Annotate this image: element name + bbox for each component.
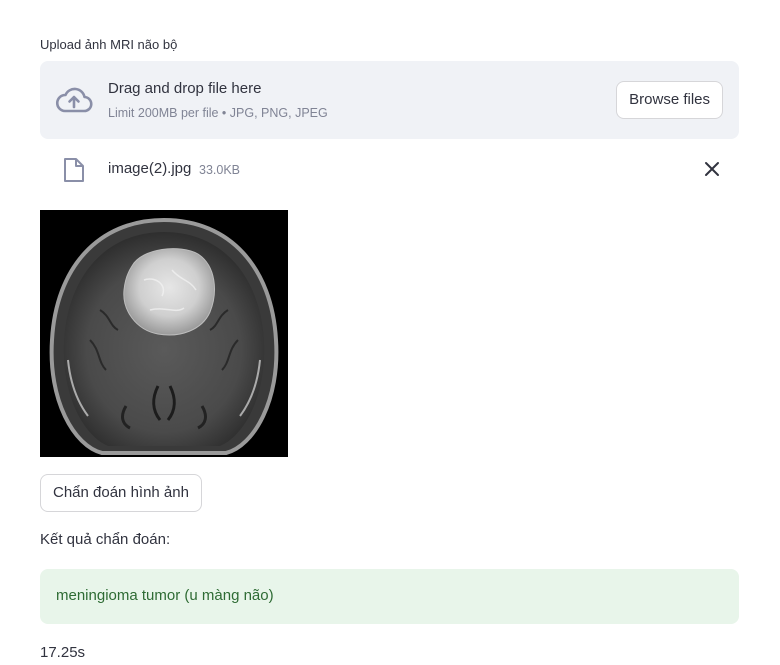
dropzone-title: Drag and drop file here	[108, 80, 262, 97]
uploaded-file-name: image(2).jpg	[108, 160, 192, 177]
dropzone-limit-text: Limit 200MB per file • JPG, PNG, JPEG	[108, 106, 328, 120]
file-icon	[64, 158, 84, 182]
elapsed-time: 17.25s	[40, 644, 86, 661]
result-value: meningioma tumor (u màng não)	[56, 587, 274, 604]
browse-files-button[interactable]: Browse files	[616, 81, 723, 119]
result-success-box: meningioma tumor (u màng não)	[40, 569, 739, 624]
result-heading: Kết quả chẩn đoán:	[40, 531, 171, 548]
file-dropzone[interactable]: Drag and drop file here Limit 200MB per …	[40, 61, 739, 139]
mri-preview-image	[40, 210, 288, 457]
app-page: Upload ảnh MRI não bộ Drag and drop file…	[0, 0, 780, 665]
cloud-upload-icon	[55, 87, 93, 113]
uploader-label: Upload ảnh MRI não bộ	[40, 37, 178, 52]
uploaded-file-row: image(2).jpg 33.0KB	[40, 152, 739, 188]
diagnose-button[interactable]: Chẩn đoán hình ảnh	[40, 474, 202, 512]
close-icon[interactable]	[701, 158, 723, 180]
uploaded-file-size: 33.0KB	[199, 163, 241, 177]
